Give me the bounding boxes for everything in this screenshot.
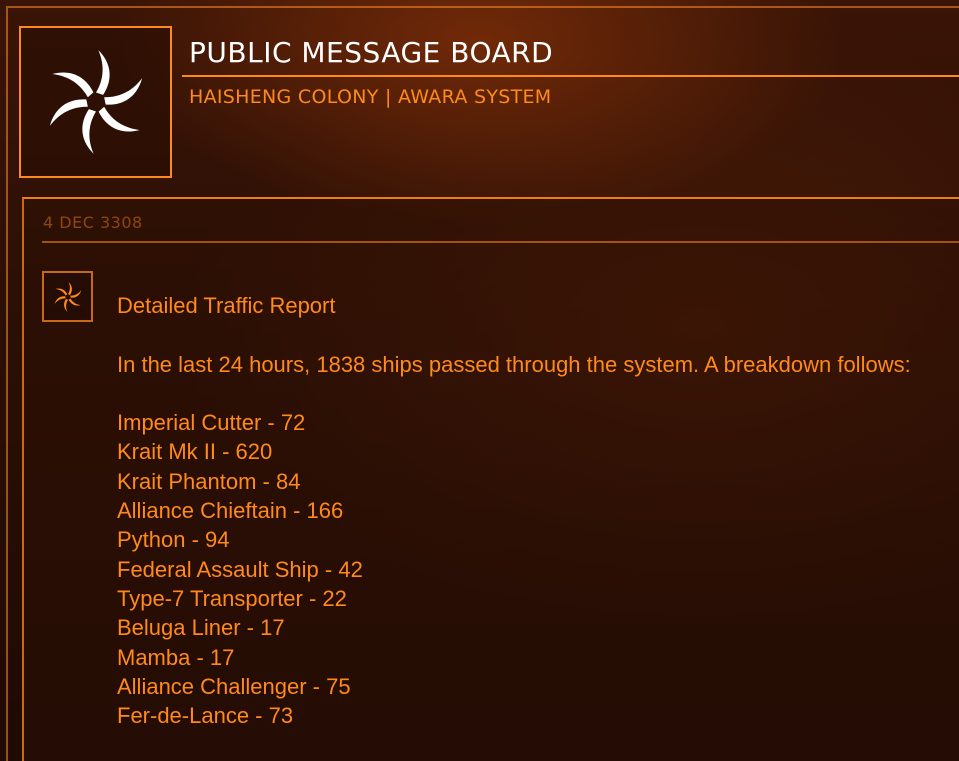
list-item: Type-7 Transporter - 22 bbox=[117, 585, 347, 611]
location-subtitle: HAISHENG COLONY | AWARA SYSTEM bbox=[189, 86, 552, 108]
title-divider bbox=[182, 75, 959, 77]
post-body: Detailed Traffic Report In the last 24 h… bbox=[117, 291, 947, 730]
post-author-icon bbox=[42, 271, 93, 322]
list-item: Beluga Liner - 17 bbox=[117, 615, 285, 641]
list-item: Python - 94 bbox=[117, 527, 230, 553]
page-title: PUBLIC MESSAGE BOARD bbox=[189, 36, 554, 69]
list-item: Alliance Challenger - 75 bbox=[117, 673, 351, 699]
list-item: Fer-de-Lance - 73 bbox=[117, 703, 294, 729]
post-date: 4 DEC 3308 bbox=[43, 213, 143, 232]
faction-logo bbox=[19, 26, 172, 178]
date-divider bbox=[42, 241, 959, 243]
ship-list: Imperial Cutter - 72 Krait Mk II - 620 K… bbox=[117, 408, 947, 730]
post-intro: In the last 24 hours, 1838 ships passed … bbox=[117, 351, 911, 377]
spiral-faction-logo-icon bbox=[49, 50, 142, 154]
list-item: Krait Phantom - 84 bbox=[117, 468, 301, 494]
post-heading: Detailed Traffic Report bbox=[117, 293, 336, 318]
list-item: Krait Mk II - 620 bbox=[117, 439, 273, 465]
list-item: Alliance Chieftain - 166 bbox=[117, 498, 344, 524]
list-item: Mamba - 17 bbox=[117, 644, 235, 670]
list-item: Imperial Cutter - 72 bbox=[117, 410, 306, 436]
spiral-faction-logo-icon bbox=[54, 281, 81, 312]
list-item: Federal Assault Ship - 42 bbox=[117, 556, 363, 582]
